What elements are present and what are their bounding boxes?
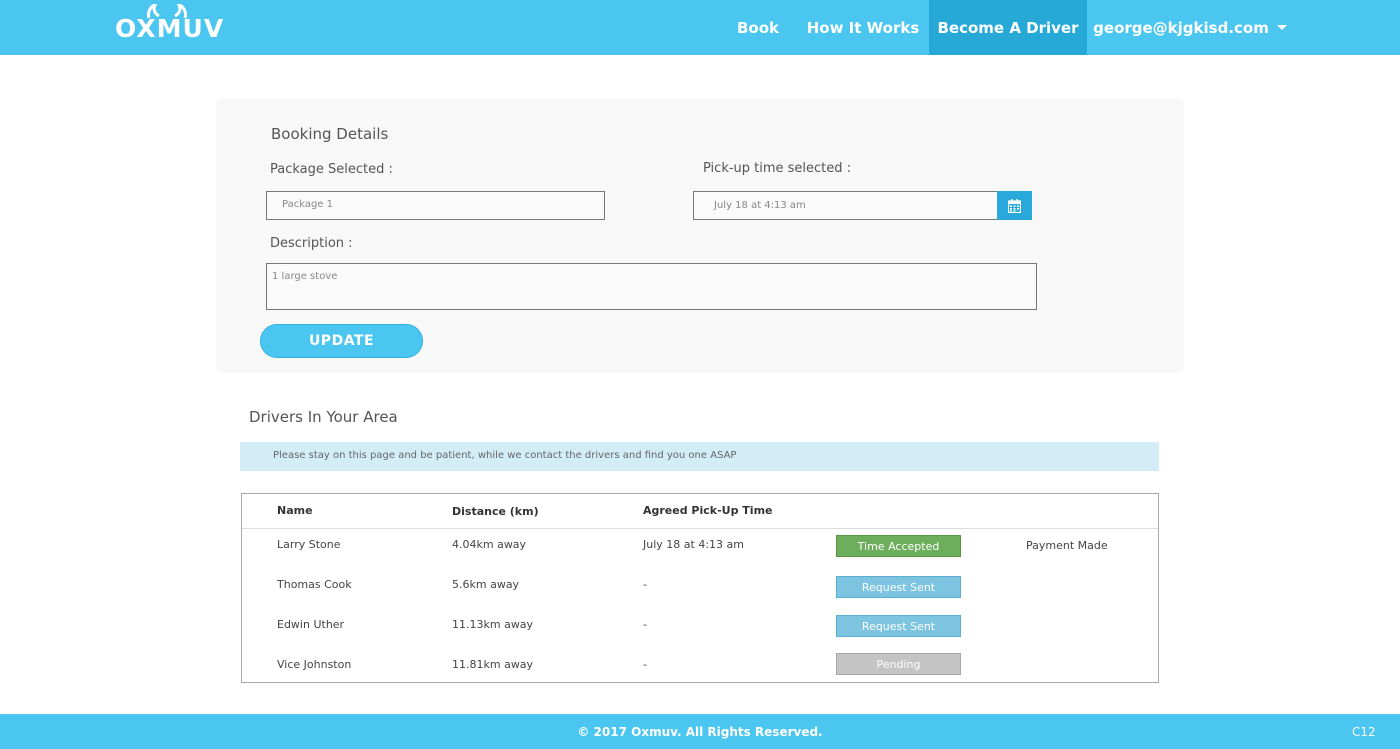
top-navbar: OXMUV Book How It Works Become A Driver … [0, 0, 1400, 55]
user-email: george@kjgkisd.com [1093, 18, 1269, 37]
update-button[interactable]: UPDATE [260, 324, 423, 358]
header-distance: Distance (km) [452, 505, 539, 518]
header-name: Name [277, 504, 313, 517]
header-pickup-time: Agreed Pick-Up Time [643, 504, 773, 517]
driver-name: Thomas Cook [277, 578, 352, 591]
status-badge[interactable]: Request Sent [836, 576, 961, 598]
package-label: Package Selected : [270, 162, 393, 177]
description-label: Description : [270, 236, 353, 251]
package-field[interactable]: Package 1 [266, 191, 605, 220]
header-divider [242, 528, 1158, 529]
footer-code: C12 [1352, 725, 1376, 739]
nav-how-it-works[interactable]: How It Works [800, 0, 926, 55]
drivers-table: Name Distance (km) Agreed Pick-Up Time L… [241, 493, 1159, 683]
status-badge[interactable]: Request Sent [836, 615, 961, 637]
driver-pickup-time: - [643, 578, 647, 591]
driver-name: Edwin Uther [277, 618, 345, 631]
driver-pickup-time: - [643, 658, 647, 671]
driver-distance: 11.13km away [452, 618, 534, 631]
status-badge[interactable]: Pending [836, 653, 961, 675]
pickup-time-field[interactable]: July 18 at 4:13 am [693, 191, 998, 220]
driver-pickup-time: July 18 at 4:13 am [643, 538, 744, 551]
caret-down-icon [1276, 25, 1287, 30]
driver-name: Vice Johnston [277, 658, 352, 671]
driver-name: Larry Stone [277, 538, 341, 551]
driver-distance: 11.81km away [452, 658, 534, 671]
driver-distance: 5.6km away [452, 578, 520, 591]
user-menu[interactable]: george@kjgkisd.com [1090, 0, 1290, 55]
ox-horns-icon [147, 4, 187, 19]
driver-pickup-time: - [643, 618, 647, 631]
oxmuv-logo[interactable]: OXMUV [115, 4, 224, 50]
nav-become-driver[interactable]: Become A Driver [929, 0, 1087, 55]
pickup-label: Pick-up time selected : [703, 161, 852, 176]
nav-book[interactable]: Book [722, 0, 794, 55]
drivers-title: Drivers In Your Area [249, 408, 398, 426]
description-field[interactable]: 1 large stove [266, 263, 1037, 310]
calendar-button[interactable] [997, 191, 1032, 220]
calendar-icon [1008, 198, 1021, 213]
notice-banner: Please stay on this page and be patient,… [240, 442, 1159, 471]
driver-distance: 4.04km away [452, 538, 527, 551]
footer: © 2017 Oxmuv. All Rights Reserved. C12 [0, 714, 1400, 749]
booking-details-title: Booking Details [271, 125, 389, 143]
payment-status: Payment Made [1026, 539, 1108, 552]
copyright-text: © 2017 Oxmuv. All Rights Reserved. [577, 724, 823, 739]
status-badge[interactable]: Time Accepted [836, 535, 961, 557]
